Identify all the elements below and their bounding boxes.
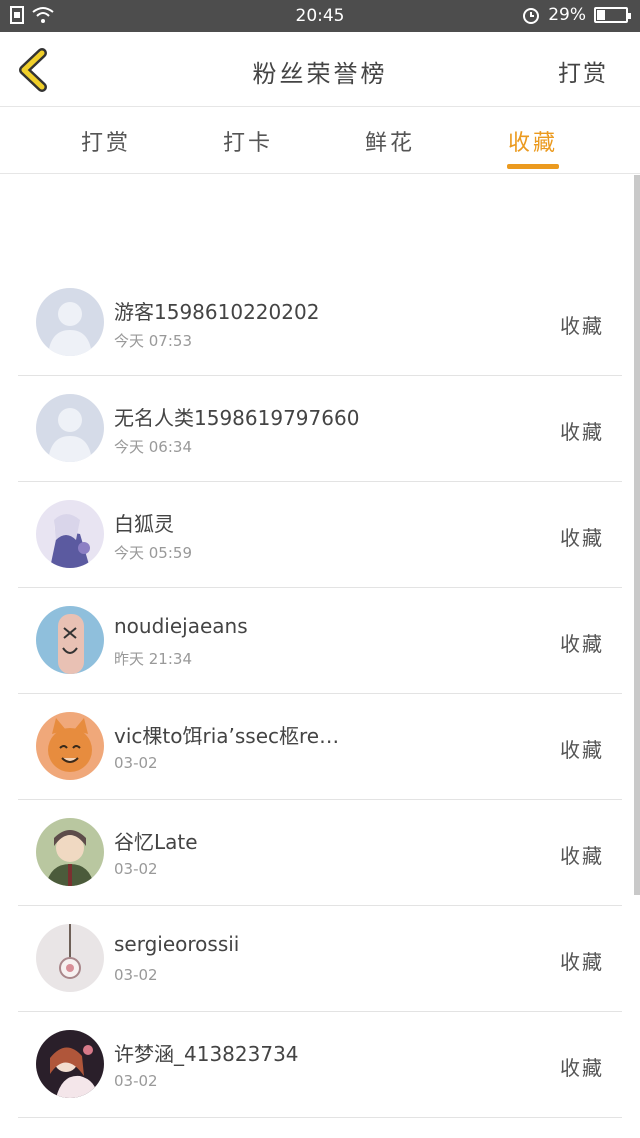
timestamp: 03-02 xyxy=(114,754,158,772)
default-avatar[interactable] xyxy=(36,394,104,462)
reward-button[interactable]: 打赏 xyxy=(558,54,608,88)
action-label: 收藏 xyxy=(560,526,604,550)
battery-percent: 29% xyxy=(548,5,586,25)
list-item[interactable]: 谷忆Late 03-02 收藏 xyxy=(18,800,622,906)
anime-avatar[interactable] xyxy=(36,500,104,568)
page-title: 粉丝荣誉榜 xyxy=(252,60,388,88)
action-label: 收藏 xyxy=(560,1056,604,1080)
action-label: 收藏 xyxy=(560,632,604,656)
timestamp: 03-02 xyxy=(114,860,158,878)
battery-fill xyxy=(597,10,605,20)
list-item[interactable]: 无名人类1598619797660 今天 06:34 收藏 xyxy=(18,376,622,482)
cat-avatar[interactable] xyxy=(36,712,104,780)
battery-icon xyxy=(594,7,631,23)
list-item[interactable]: 游客1598610220202 今天 07:53 收藏 xyxy=(18,270,622,376)
action-label: 收藏 xyxy=(560,314,604,338)
tab-checkin[interactable]: 打卡 xyxy=(198,125,298,157)
timestamp: 今天 07:53 xyxy=(114,332,192,350)
timestamp: 昨天 21:34 xyxy=(114,650,192,668)
finger-face-avatar[interactable] xyxy=(36,606,104,674)
tab-flowers[interactable]: 鲜花 xyxy=(340,125,440,157)
list-item[interactable]: noudiejaeans 昨天 21:34 收藏 xyxy=(18,588,622,694)
action-label: 收藏 xyxy=(560,844,604,868)
fan-list: 游客1598610220202 今天 07:53 收藏 无名人类15986197… xyxy=(18,270,622,1118)
list-item[interactable]: sergieorossii 03-02 收藏 xyxy=(18,906,622,1012)
user-name: 谷忆Late xyxy=(114,830,198,854)
action-label: 收藏 xyxy=(560,420,604,444)
list-item[interactable]: vic棵to饵ria’ssec柩re… 03-02 收藏 xyxy=(18,694,622,800)
status-bar: 20:45 29% xyxy=(0,0,640,32)
active-tab-indicator xyxy=(507,164,559,169)
user-name: 白狐灵 xyxy=(114,512,174,536)
user-name: vic棵to饵ria’ssec柩re… xyxy=(114,724,340,748)
tab-bar: 打赏 打卡 鲜花 收藏 xyxy=(0,107,640,174)
status-icons-right: 29% xyxy=(522,5,631,25)
timestamp: 03-02 xyxy=(114,1072,158,1090)
default-avatar[interactable] xyxy=(36,288,104,356)
scrollbar[interactable] xyxy=(634,175,640,895)
user-name: 许梦涵_413823734 xyxy=(114,1042,299,1066)
tab-favorites[interactable]: 收藏 xyxy=(483,125,583,157)
user-name: sergieorossii xyxy=(114,932,240,956)
pendant-avatar[interactable] xyxy=(36,924,104,992)
timestamp: 今天 05:59 xyxy=(114,544,192,562)
user-name: noudiejaeans xyxy=(114,614,248,638)
user-name: 游客1598610220202 xyxy=(114,300,320,324)
anime-boy-avatar[interactable] xyxy=(36,818,104,886)
action-label: 收藏 xyxy=(560,738,604,762)
nav-bar: 粉丝荣誉榜 打赏 xyxy=(0,32,640,107)
alarm-icon xyxy=(523,8,540,24)
action-label: 收藏 xyxy=(560,950,604,974)
tab-reward[interactable]: 打赏 xyxy=(56,125,156,157)
timestamp: 今天 06:34 xyxy=(114,438,192,456)
list-item[interactable]: 许梦涵_413823734 03-02 收藏 xyxy=(18,1012,622,1118)
timestamp: 03-02 xyxy=(114,966,158,984)
list-item[interactable]: 白狐灵 今天 05:59 收藏 xyxy=(18,482,622,588)
user-name: 无名人类1598619797660 xyxy=(114,406,360,430)
anime-girl-avatar[interactable] xyxy=(36,1030,104,1098)
